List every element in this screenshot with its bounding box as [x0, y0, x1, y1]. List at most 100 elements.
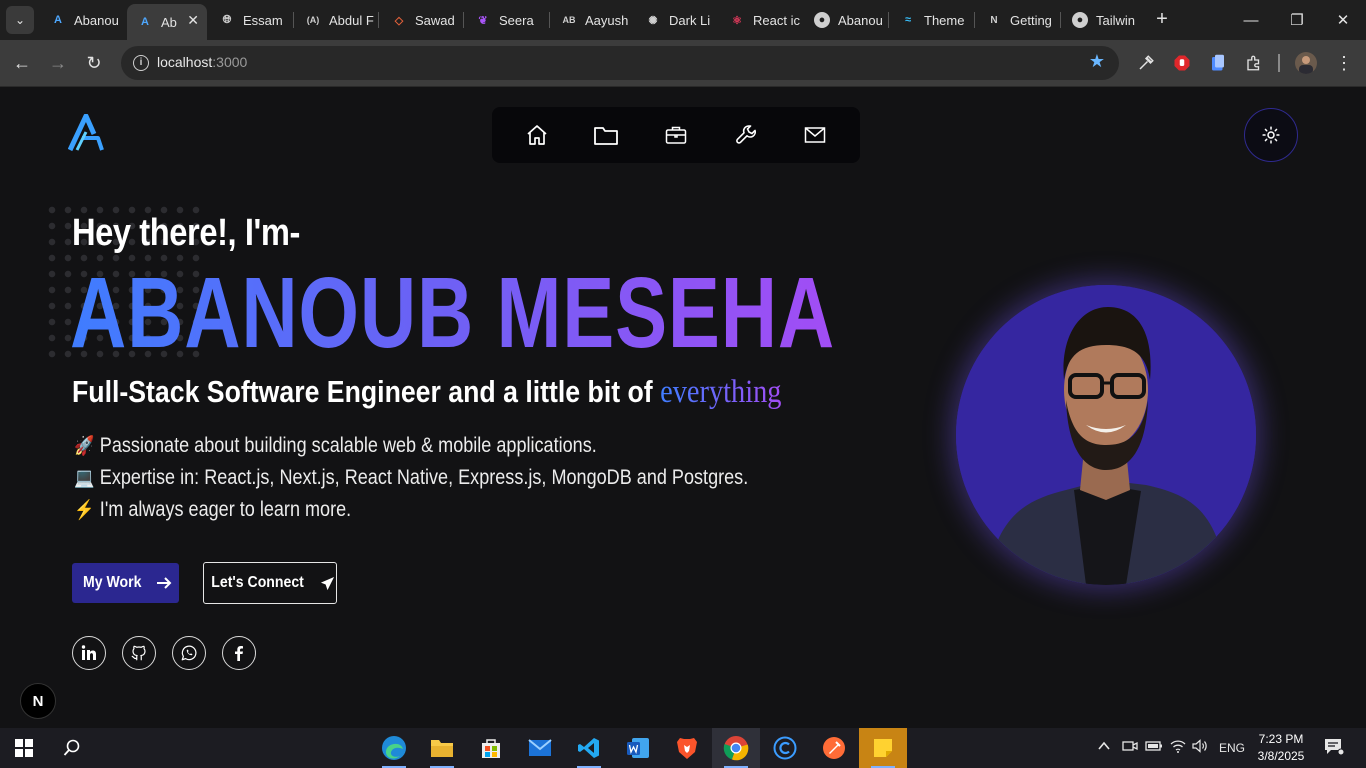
- toolbar-divider: [1278, 54, 1280, 72]
- arrow-right-icon: [156, 577, 172, 589]
- close-window-icon[interactable]: ✕: [1320, 0, 1366, 40]
- lets-connect-button[interactable]: Let's Connect: [203, 562, 337, 604]
- nav-wrench-icon[interactable]: [726, 115, 766, 155]
- bullet-item: 💻 Expertise in: React.js, Next.js, React…: [74, 462, 748, 494]
- tray-chevron-icon[interactable]: [1097, 739, 1111, 756]
- back-icon[interactable]: ←: [9, 50, 35, 76]
- github-icon[interactable]: [122, 636, 156, 670]
- globe-icon: 🌐︎: [222, 13, 232, 26]
- microsoft-store-icon[interactable]: [467, 728, 515, 768]
- windows-taskbar: ENG 7:23 PM 3/8/2025: [0, 728, 1366, 768]
- camera-tray-icon[interactable]: [1122, 739, 1138, 756]
- eyedropper-extension-icon[interactable]: [1135, 52, 1157, 74]
- taskbar-search-icon[interactable]: [48, 728, 96, 768]
- file-explorer-icon[interactable]: [418, 728, 466, 768]
- browser-tab[interactable]: ❦ Seera: [465, 4, 547, 36]
- sticky-notes-icon[interactable]: [859, 728, 907, 768]
- role-highlight: everything: [660, 374, 782, 410]
- browser-tab-strip: ⌄ A Abanou A Ab ✕ 🌐︎ Essam (A) Abdul F ◇…: [0, 0, 1366, 40]
- linkedin-icon[interactable]: [72, 636, 106, 670]
- top-navigation: [492, 107, 860, 163]
- profile-portrait: [956, 285, 1256, 585]
- copilot-c-icon[interactable]: [761, 728, 809, 768]
- profile-avatar[interactable]: [1295, 52, 1317, 74]
- browser-tab[interactable]: AB Aayush: [551, 4, 633, 36]
- windows-start-icon[interactable]: [0, 728, 48, 768]
- tab-title: Aayush: [585, 12, 629, 28]
- chrome-icon[interactable]: [712, 728, 760, 768]
- extensions-puzzle-icon[interactable]: [1243, 52, 1265, 74]
- site-logo[interactable]: [67, 113, 104, 152]
- nav-mail-icon[interactable]: [795, 115, 835, 155]
- openai-icon: ✺: [648, 14, 658, 27]
- volume-icon[interactable]: [1192, 739, 1208, 756]
- lets-connect-label: Let's Connect: [211, 574, 304, 591]
- url-host: localhost: [157, 54, 213, 70]
- tab-separator: [888, 12, 889, 28]
- battery-icon[interactable]: [1145, 739, 1163, 756]
- mail-app-icon[interactable]: [516, 728, 564, 768]
- tab-search-button[interactable]: ⌄: [6, 6, 34, 34]
- browser-tab[interactable]: (A) Abdul F: [295, 4, 375, 36]
- notifications-icon[interactable]: [1324, 738, 1345, 759]
- bullet-item: ⚡ I'm always eager to learn more.: [74, 494, 748, 526]
- brave-icon[interactable]: [663, 728, 711, 768]
- clipboard-extension-icon[interactable]: [1207, 52, 1229, 74]
- hero-bullet-list: 🚀 Passionate about building scalable web…: [74, 430, 858, 526]
- nextjs-dev-badge[interactable]: N: [20, 683, 56, 719]
- new-tab-button[interactable]: +: [1151, 8, 1173, 30]
- send-icon: [321, 576, 335, 590]
- edge-icon[interactable]: [370, 728, 418, 768]
- tab-title: Dark Li: [669, 12, 711, 28]
- tab-title: Sawad: [415, 12, 455, 28]
- whatsapp-icon[interactable]: [172, 636, 206, 670]
- browser-tab[interactable]: ✺ Dark Li: [635, 4, 717, 36]
- address-bar[interactable]: i localhost:3000 ★: [121, 46, 1119, 80]
- tab-separator: [974, 12, 975, 28]
- tailwind-icon: ≈: [904, 14, 912, 26]
- restore-icon[interactable]: ❐: [1274, 0, 1320, 40]
- browser-tab[interactable]: ⚛ React ic: [719, 4, 801, 36]
- system-clock[interactable]: 7:23 PM 3/8/2025: [1250, 731, 1312, 765]
- vscode-icon[interactable]: [565, 728, 613, 768]
- close-tab-icon[interactable]: ✕: [187, 12, 199, 29]
- tab-title: React ic: [753, 12, 800, 28]
- nav-home-icon[interactable]: [517, 115, 557, 155]
- site-info-icon[interactable]: i: [133, 55, 149, 71]
- facebook-icon[interactable]: [222, 636, 256, 670]
- github-icon: ●: [1072, 12, 1088, 28]
- word-icon[interactable]: [614, 728, 662, 768]
- url-text[interactable]: localhost:3000: [157, 54, 247, 70]
- browser-tab[interactable]: ● Abanou: [804, 4, 886, 36]
- my-work-button[interactable]: My Work: [72, 563, 179, 603]
- browser-tab[interactable]: 🌐︎ Essam: [209, 4, 291, 36]
- browser-tab[interactable]: ● Tailwin: [1062, 4, 1142, 36]
- browser-tab-active[interactable]: A Ab ✕: [127, 4, 207, 40]
- github-icon: ●: [814, 12, 830, 28]
- my-work-label: My Work: [83, 574, 142, 591]
- portrait-illustration: [956, 285, 1256, 585]
- laptop-icon: 💻: [74, 468, 95, 489]
- bookmark-star-icon[interactable]: ★: [1089, 51, 1105, 72]
- nav-folder-icon[interactable]: [586, 115, 626, 155]
- reload-icon[interactable]: ↻: [81, 50, 107, 76]
- clock-time: 7:23 PM: [1258, 732, 1304, 746]
- a-logo-icon: A: [54, 14, 62, 26]
- wifi-icon[interactable]: [1170, 739, 1186, 756]
- n-logo-icon: N: [990, 14, 998, 26]
- nav-briefcase-icon[interactable]: [656, 115, 696, 155]
- rocket-icon: 🚀: [74, 436, 95, 457]
- forward-icon[interactable]: →: [45, 50, 71, 76]
- adblock-extension-icon[interactable]: [1171, 52, 1193, 74]
- browser-tab[interactable]: ≈ Theme: [890, 4, 972, 36]
- language-indicator[interactable]: ENG: [1219, 741, 1245, 755]
- tab-separator: [549, 12, 550, 28]
- browser-menu-icon[interactable]: ⋮: [1333, 52, 1355, 74]
- minimize-icon[interactable]: —: [1228, 0, 1274, 40]
- portfolio-page: Hey there!, I'm- ABANOUB MESEHA Full-Sta…: [0, 88, 1366, 728]
- postman-icon[interactable]: [810, 728, 858, 768]
- browser-tab[interactable]: N Getting: [976, 4, 1058, 36]
- browser-tab[interactable]: ◇ Sawad: [381, 4, 461, 36]
- browser-tab[interactable]: A Abanou: [40, 4, 126, 36]
- theme-toggle-button[interactable]: [1244, 108, 1298, 162]
